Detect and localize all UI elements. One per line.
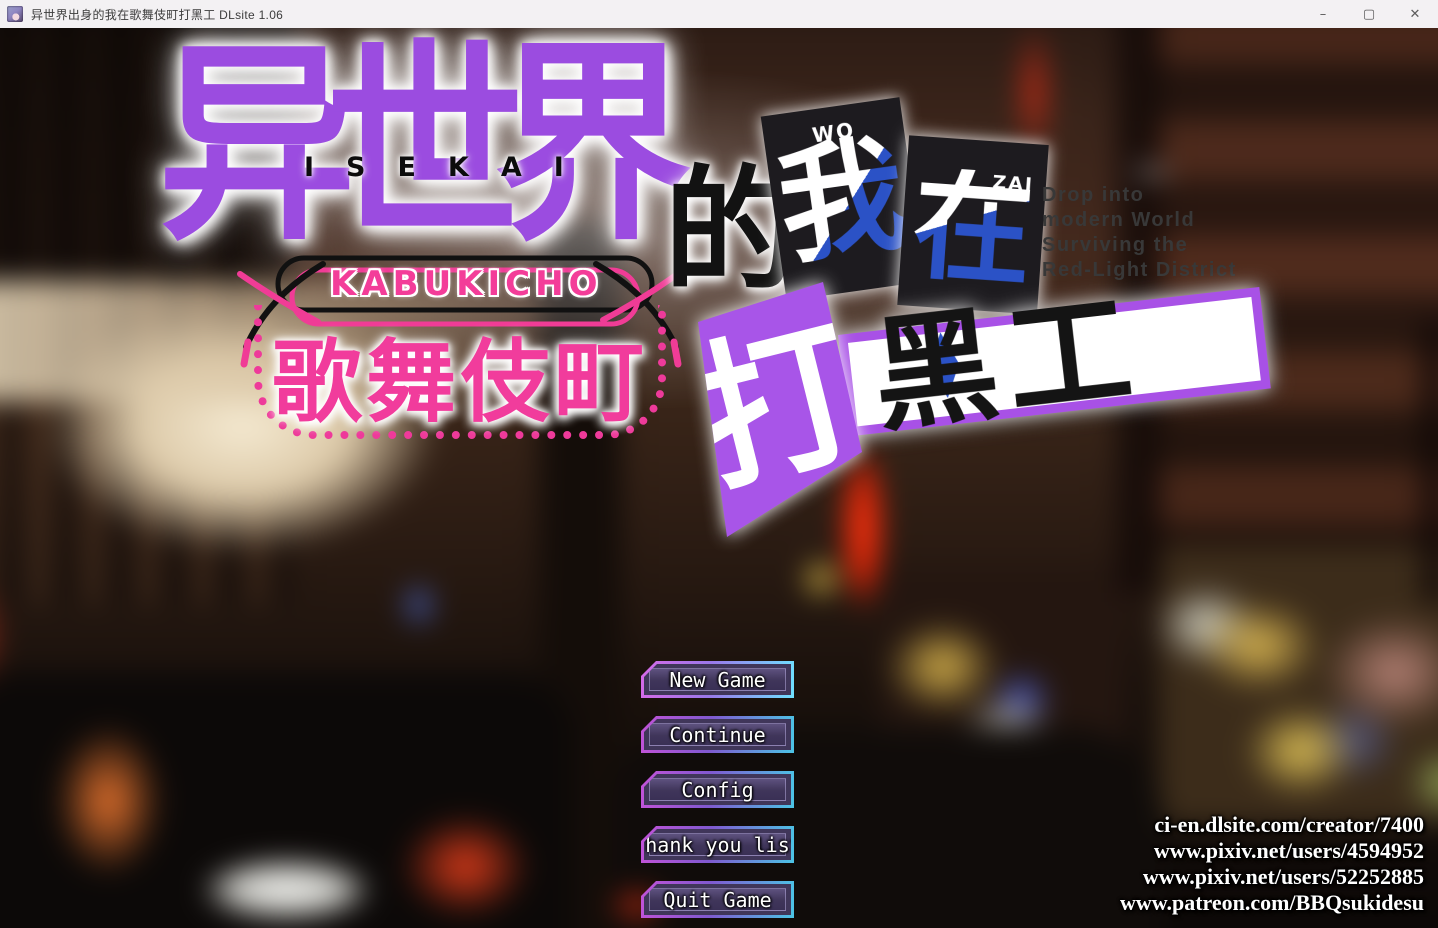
- purple-card-shape: 打: [698, 282, 862, 537]
- tagline-line: Surviving the: [1042, 234, 1189, 256]
- logo-da-card: 打: [690, 275, 875, 570]
- logo-kabukicho-cn: 歌舞伎町: [272, 330, 648, 435]
- creator-links: ci-en.dlsite.com/creator/7400 www.pixiv.…: [1120, 812, 1424, 916]
- button-label: Thank you list: [633, 832, 802, 857]
- menu-button-thank-you-list[interactable]: Thank you list: [641, 826, 794, 863]
- link-ci-en: ci-en.dlsite.com/creator/7400: [1154, 812, 1424, 837]
- window-controls: – ▢ ✕: [1300, 0, 1438, 28]
- main-menu: New Game Continue Config Thank you list: [641, 661, 794, 918]
- logo-isekai-cn: 异世界: [158, 28, 692, 270]
- menu-button-continue[interactable]: Continue: [641, 716, 794, 753]
- menu-button-quit-game[interactable]: Quit Game: [641, 881, 794, 918]
- link-pixiv-2: www.pixiv.net/users/52252885: [1142, 864, 1424, 889]
- title-screen: GA 异世界 ISEKAI KABUKICHO 歌舞伎町 的 WO: [0, 28, 1438, 928]
- tagline-line: Red-Light District: [1042, 259, 1237, 281]
- tagline-line: Drop into: [1042, 184, 1145, 206]
- button-label: New Game: [669, 667, 766, 692]
- link-patreon: www.patreon.com/BBQsukidesu: [1120, 890, 1424, 915]
- window-title: 异世界出身的我在歌舞伎町打黑工 DLsite 1.06: [31, 7, 284, 22]
- logo-banner: 黑工: [838, 276, 1271, 450]
- game-window: 异世界出身的我在歌舞伎町打黑工 DLsite 1.06 – ▢ ✕ 异世界 IS…: [0, 0, 1438, 928]
- button-frame: Thank you list: [644, 829, 791, 860]
- logo-kabukicho-en: KABUKICHO: [330, 264, 603, 304]
- logo-isekai-en: ISEKAI: [304, 152, 596, 183]
- button-frame: Continue: [644, 719, 791, 750]
- button-label: Config: [681, 777, 754, 802]
- logo-tagline: Drop into modern World Surviving the Red…: [1042, 183, 1237, 283]
- link-pixiv-1: www.pixiv.net/users/4594952: [1153, 838, 1424, 863]
- maximize-button[interactable]: ▢: [1346, 0, 1392, 28]
- window-titlebar: 异世界出身的我在歌舞伎町打黑工 DLsite 1.06 – ▢ ✕: [0, 0, 1438, 28]
- button-label: Continue: [669, 722, 766, 747]
- button-frame: New Game: [644, 664, 791, 695]
- button-frame: Config: [644, 774, 791, 805]
- button-frame: Quit Game: [644, 884, 791, 915]
- menu-button-new-game[interactable]: New Game: [641, 661, 794, 698]
- button-label: Quit Game: [663, 887, 772, 912]
- minimize-button[interactable]: –: [1300, 0, 1346, 28]
- logo-da-character: 打: [677, 296, 879, 517]
- tagline-line: modern World: [1042, 209, 1196, 231]
- logo-heigong-characters: 黑工: [865, 276, 1149, 450]
- app-icon: [7, 6, 23, 22]
- logo-zai-character: 在: [907, 155, 1038, 304]
- menu-button-config[interactable]: Config: [641, 771, 794, 808]
- logo-wo-character: 我: [769, 119, 915, 283]
- close-button[interactable]: ✕: [1392, 0, 1438, 28]
